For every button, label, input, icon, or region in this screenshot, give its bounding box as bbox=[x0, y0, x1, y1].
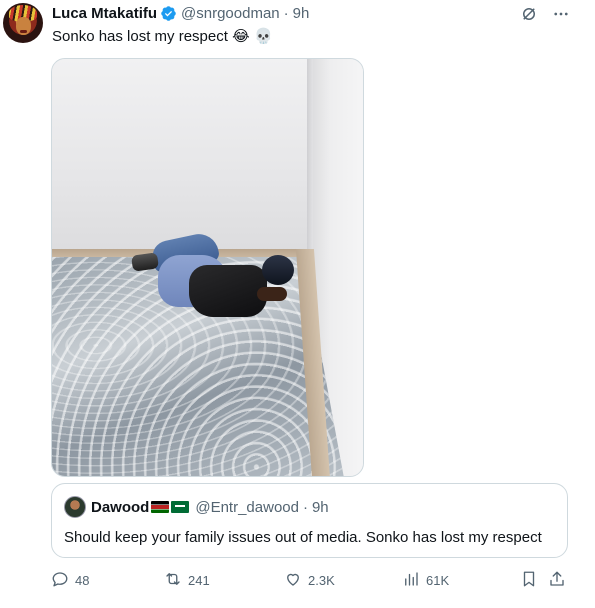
repost-button[interactable]: 241 bbox=[164, 568, 210, 592]
quoted-tweet[interactable]: Dawood @Entr_dawood · 9h Should keep you… bbox=[51, 483, 568, 558]
quoted-tweet-header: Dawood @Entr_dawood · 9h bbox=[64, 496, 329, 518]
views-icon bbox=[402, 570, 420, 591]
separator: · bbox=[302, 498, 308, 516]
bookmark-button[interactable] bbox=[520, 568, 538, 592]
tweet-header: Luca Mtakatifu @snrgoodman · 9h bbox=[52, 3, 309, 23]
repost-count: 241 bbox=[188, 572, 210, 588]
author-handle[interactable]: @snrgoodman bbox=[181, 5, 280, 22]
verified-badge-icon bbox=[160, 5, 177, 22]
tweet-actions: 48 241 2.3K 61K bbox=[51, 568, 571, 592]
reply-icon bbox=[51, 570, 69, 591]
more-icon[interactable] bbox=[551, 4, 571, 24]
author-name[interactable]: Luca Mtakatifu bbox=[52, 5, 157, 22]
tweet-photo[interactable] bbox=[51, 58, 364, 477]
reply-count: 48 bbox=[75, 572, 90, 588]
avatar-mouth bbox=[20, 30, 27, 33]
like-icon bbox=[284, 570, 302, 591]
share-button[interactable] bbox=[548, 568, 566, 592]
photo-wall-corner bbox=[307, 59, 313, 259]
quoted-tweet-text: Should keep your family issues out of me… bbox=[64, 529, 542, 546]
tweet-text: Sonko has lost my respect 😂 💀 bbox=[52, 26, 273, 47]
photo-person-arm bbox=[257, 287, 287, 301]
grok-icon[interactable] bbox=[519, 4, 539, 24]
like-button[interactable]: 2.3K bbox=[284, 568, 335, 592]
repost-icon bbox=[164, 570, 182, 591]
tweet[interactable]: Luca Mtakatifu @snrgoodman · 9h Sonko ha… bbox=[0, 0, 595, 608]
views-button[interactable]: 61K bbox=[402, 568, 449, 592]
views-count: 61K bbox=[426, 572, 450, 588]
author-avatar[interactable] bbox=[3, 3, 43, 43]
like-count: 2.3K bbox=[308, 572, 335, 588]
tweet-text-body: Sonko has lost my respect bbox=[52, 28, 228, 45]
header-actions bbox=[519, 4, 571, 24]
photo-wall bbox=[52, 59, 314, 254]
quoted-author-name: Dawood bbox=[91, 498, 150, 516]
separator: · bbox=[283, 4, 289, 22]
quoted-author-handle: @Entr_dawood bbox=[195, 498, 299, 516]
reply-button[interactable]: 48 bbox=[51, 568, 89, 592]
kenya-flag-icon bbox=[151, 501, 170, 513]
tweet-emojis: 😂 💀 bbox=[232, 27, 274, 45]
bookmark-icon bbox=[520, 570, 538, 591]
share-icon bbox=[548, 570, 566, 591]
timestamp[interactable]: 9h bbox=[293, 5, 310, 22]
quoted-author-avatar bbox=[64, 496, 86, 518]
photo-person-head bbox=[262, 255, 294, 285]
saudi-flag-icon bbox=[171, 501, 190, 513]
quoted-timestamp: 9h bbox=[311, 498, 329, 516]
photo-backpack bbox=[189, 265, 267, 317]
